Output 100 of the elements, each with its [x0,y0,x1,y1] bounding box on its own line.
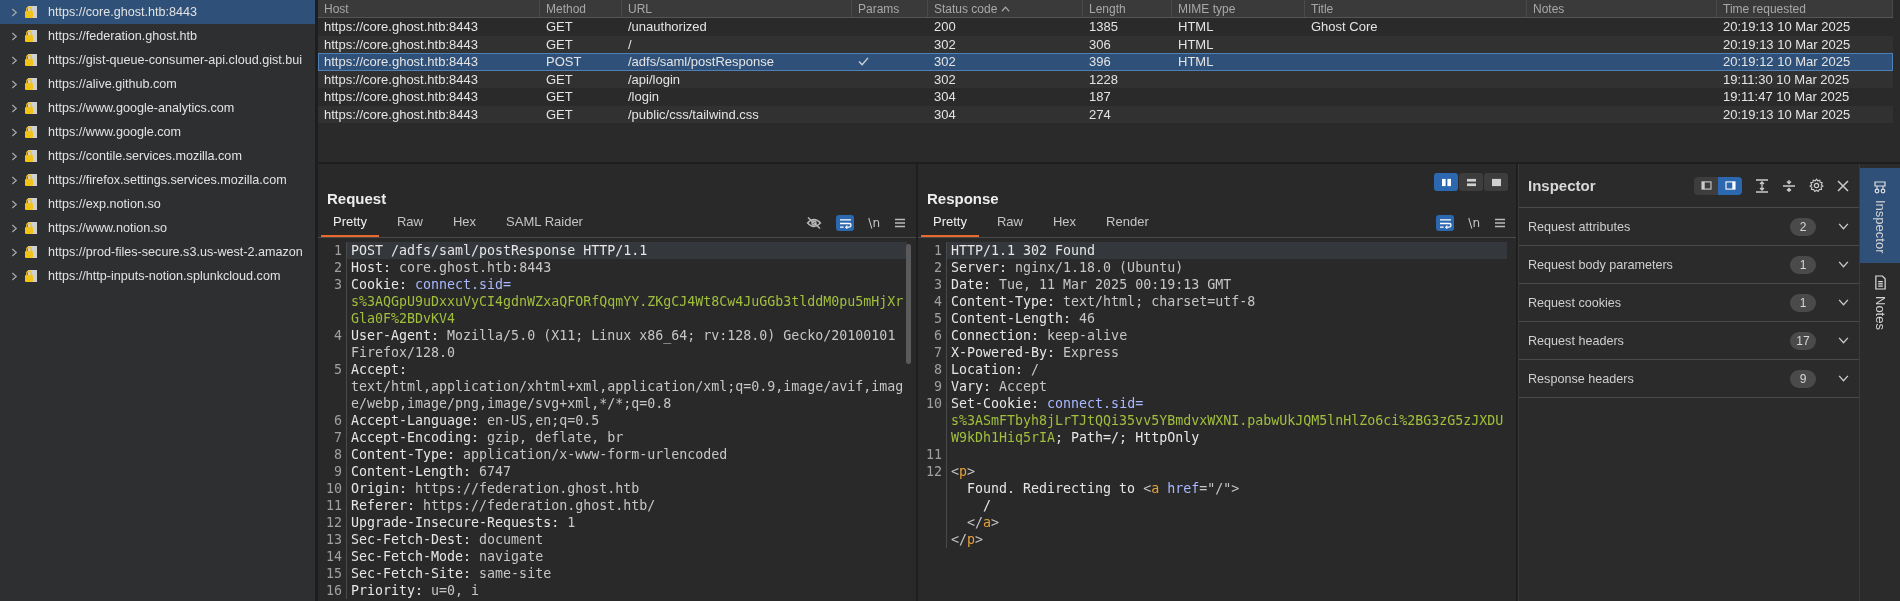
collapse-all-icon[interactable] [1782,178,1796,193]
code-line: Referer: https://federation.ghost.htb/ [351,498,656,513]
chevron-right-icon[interactable] [11,103,18,113]
split-rows-button[interactable] [1459,173,1483,191]
code-line: User-Agent: Mozilla/5.0 (X11; Linux x86_64; rv:128.0) Gecko/20100101 Firefox/128.0 [351,328,897,360]
single-view-button[interactable] [1484,173,1508,191]
chevron-right-icon[interactable] [11,271,18,281]
editor-tab[interactable]: Pretty [921,212,979,237]
editor-tab[interactable]: Raw [384,212,435,237]
eye-crossed-icon[interactable] [806,216,823,230]
editor-tab[interactable]: Hex [441,212,489,237]
line-number: 8 [334,447,342,462]
code-line: Found. Redirecting to <a href="/"> [966,481,1240,496]
table-cell: 20:19:12 10 Mar 2025 [1723,54,1851,70]
column-header[interactable]: Title [1305,0,1527,17]
site-tree-item[interactable]: https://prod-files-secure.s3.us-west-2.amazon [0,240,315,264]
code-line: / [982,498,992,513]
chevron-right-icon[interactable] [11,55,18,65]
editor-tab[interactable]: SAML Raider [494,212,595,237]
chevron-right-icon[interactable] [11,127,18,137]
table-cell: 200 [934,19,956,35]
site-tree-item[interactable]: https://core.ghost.htb:8443 [0,0,315,24]
site-tree-item[interactable]: https://firefox.settings.services.mozilla.com [0,168,315,192]
site-tree-item[interactable]: https://gist-queue-consumer-api.cloud.gist.bui [0,48,315,72]
column-header[interactable]: Host [318,0,540,17]
dock-right-button[interactable] [1718,176,1742,195]
table-row[interactable]: https://core.ghost.htb:8443 POST /adfs/saml/postResponse 302 396 HTML 20:19:12 10 Mar 2025 [318,53,1893,71]
table-cell: 302 [934,36,956,52]
table-cell: 20:19:13 10 Mar 2025 [1723,106,1851,122]
side-tab[interactable]: Inspector [1860,168,1900,264]
chevron-down-icon[interactable] [1838,261,1849,268]
site-tree-item[interactable]: https://alive.github.com [0,72,315,96]
inspector-section[interactable]: Request cookies 1 [1519,284,1859,322]
code-line: Server: nginx/1.18.0 (Ubuntu) [951,260,1184,275]
line-number: 12 [926,464,942,479]
code-line: X-Powered-By: Express [951,345,1120,360]
table-cell: 19:11:47 10 Mar 2025 [1723,89,1850,105]
inspector-section[interactable]: Request headers 17 [1519,322,1859,360]
table-cell: 304 [934,106,956,122]
inspector-section[interactable]: Request body parameters 1 [1519,246,1859,284]
chevron-right-icon[interactable] [11,247,18,257]
column-header[interactable]: Time requested [1717,0,1893,17]
table-cell: /api/login [628,71,681,87]
site-tree-item[interactable]: https://www.google.com [0,120,315,144]
scrollbar-thumb[interactable] [906,244,911,364]
site-tree-item[interactable]: https://exp.notion.so [0,192,315,216]
section-label: Response headers [1528,371,1634,386]
wrap-lines-button[interactable] [836,215,855,231]
chevron-right-icon[interactable] [11,31,18,41]
site-tree-item[interactable]: https://www.google-analytics.com [0,96,315,120]
site-tree-item[interactable]: https://contile.services.mozilla.com [0,144,315,168]
chevron-right-icon[interactable] [11,223,18,233]
editor-tab[interactable]: Render [1094,212,1161,237]
table-cell: 302 [934,54,956,70]
table-cell: 20:19:13 10 Mar 2025 [1723,36,1851,52]
menu-icon[interactable] [894,218,906,228]
column-header[interactable]: URL [622,0,852,17]
newline-toggle[interactable]: \n [1468,216,1480,230]
table-cell: GET [546,36,573,52]
chevron-down-icon[interactable] [1838,375,1849,382]
line-number: 7 [934,345,942,360]
newline-toggle[interactable]: \n [868,216,880,230]
code-line: </a> [966,515,1000,530]
menu-icon[interactable] [1494,218,1506,228]
site-tree-item[interactable]: https://www.notion.so [0,216,315,240]
table-cell: HTML [1178,19,1214,35]
code-line: Date: Tue, 11 Mar 2025 00:19:13 GMT [951,277,1232,292]
editor-tab[interactable]: Hex [1041,212,1089,237]
split-columns-button[interactable] [1434,173,1458,191]
expand-all-icon[interactable] [1755,178,1769,193]
wrap-lines-button[interactable] [1436,215,1455,231]
editor-tab[interactable]: Raw [984,212,1035,237]
chevron-right-icon[interactable] [11,79,18,89]
chevron-right-icon[interactable] [11,199,18,209]
column-header[interactable]: MIME type [1172,0,1305,17]
column-header[interactable]: Status code [928,0,1083,17]
inspector-section[interactable]: Response headers 9 [1519,360,1859,398]
table-cell: POST [546,54,582,70]
side-tab[interactable]: Notes [1860,263,1900,341]
code-line: <p> [951,464,976,479]
table-cell: /login [628,89,660,105]
table-cell: GET [546,19,573,35]
column-header[interactable]: Length [1083,0,1172,17]
panel-right-icon [1724,181,1736,190]
settings-icon[interactable] [1809,178,1824,193]
chevron-right-icon[interactable] [11,151,18,161]
chevron-down-icon[interactable] [1838,299,1849,306]
column-header[interactable]: Params [852,0,928,17]
editor-tab[interactable]: Pretty [321,212,379,237]
site-tree-item[interactable]: https://federation.ghost.htb [0,24,315,48]
close-icon[interactable] [1837,179,1849,192]
dock-left-button[interactable] [1694,176,1718,195]
chevron-down-icon[interactable] [1838,337,1849,344]
chevron-down-icon[interactable] [1838,223,1849,230]
site-tree-item[interactable]: https://http-inputs-notion.splunkcloud.com [0,264,315,288]
chevron-right-icon[interactable] [11,175,18,185]
chevron-right-icon[interactable] [11,7,18,17]
column-header[interactable]: Method [540,0,622,17]
inspector-section[interactable]: Request attributes 2 [1519,208,1859,246]
column-header[interactable]: Notes [1527,0,1717,17]
